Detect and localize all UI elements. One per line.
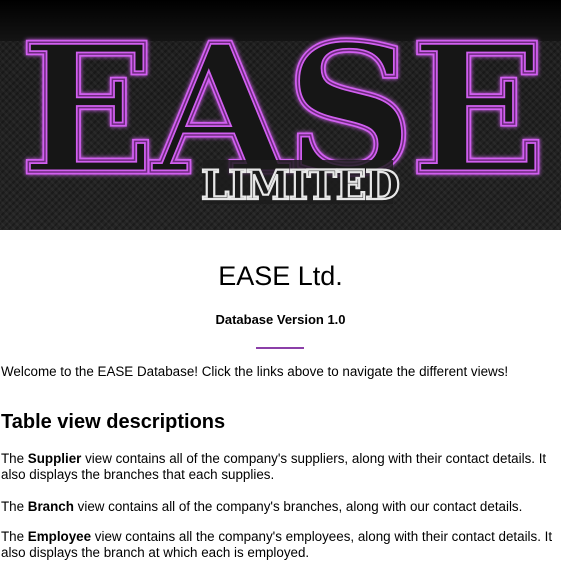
employee-prefix: The: [1, 529, 28, 544]
version-label: Database Version 1.0: [215, 312, 346, 327]
employee-description: The Employee view contains all the compa…: [1, 529, 560, 561]
logo-sub-text: LIMITED: [201, 162, 399, 209]
header-banner: EASE EASE LIMITED: [0, 0, 561, 230]
supplier-text: view contains all of the company's suppl…: [1, 451, 547, 482]
ease-limited-logo: EASE EASE LIMITED: [18, 3, 549, 217]
supplier-view-name: Supplier: [27, 451, 82, 466]
branch-description: The Branch view contains all of the comp…: [1, 499, 560, 515]
supplier-prefix: The: [1, 451, 28, 466]
page-title: EASE Ltd.: [218, 261, 343, 291]
employee-view-name: Employee: [27, 529, 92, 544]
welcome-text: Welcome to the EASE Database! Click the …: [1, 364, 509, 379]
branch-view-name: Branch: [27, 499, 74, 514]
descriptions-heading: Table view descriptions: [1, 411, 226, 433]
branch-text: view contains all of the company's branc…: [73, 499, 523, 514]
branch-prefix: The: [1, 499, 28, 514]
supplier-description: The Supplier view contains all of the co…: [1, 451, 560, 483]
title-divider: [256, 347, 304, 349]
